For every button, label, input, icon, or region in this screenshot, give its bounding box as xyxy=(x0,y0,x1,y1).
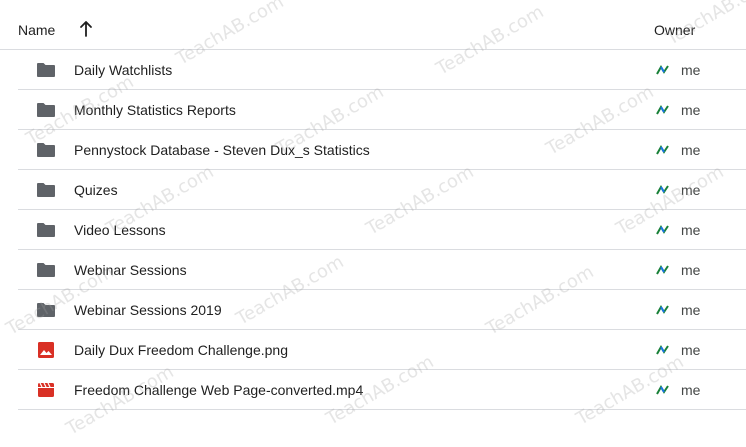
owner-avatar-icon xyxy=(656,145,669,155)
folder-icon xyxy=(37,103,55,117)
file-owner: me xyxy=(681,382,701,398)
name-column-header[interactable]: Name xyxy=(18,22,55,38)
owner-avatar-icon xyxy=(656,105,669,115)
folder-icon xyxy=(37,63,55,77)
file-name: Freedom Challenge Web Page-converted.mp4 xyxy=(74,382,364,398)
file-owner: me xyxy=(681,262,701,278)
arrow-up-icon[interactable] xyxy=(78,20,94,38)
file-owner: me xyxy=(681,222,701,238)
owner-column-header[interactable]: Owner xyxy=(654,22,695,38)
folder-icon xyxy=(37,303,55,317)
file-name: Webinar Sessions xyxy=(74,262,187,278)
file-name: Pennystock Database - Steven Dux_s Stati… xyxy=(74,142,370,158)
owner-avatar-icon xyxy=(656,305,669,315)
file-name: Daily Watchlists xyxy=(74,62,173,78)
file-owner: me xyxy=(681,302,701,318)
file-name: Daily Dux Freedom Challenge.png xyxy=(74,342,288,358)
owner-avatar-icon xyxy=(656,345,669,355)
list-item[interactable]: Monthly Statistics Reports me xyxy=(18,90,746,130)
list-item[interactable]: Pennystock Database - Steven Dux_s Stati… xyxy=(18,130,746,170)
file-owner: me xyxy=(681,182,701,198)
file-name: Quizes xyxy=(74,182,118,198)
owner-avatar-icon xyxy=(656,225,669,235)
list-item[interactable]: Daily Watchlists me xyxy=(18,50,746,90)
list-item[interactable]: Video Lessons me xyxy=(18,210,746,250)
file-list-page: Name Owner Daily Watchlists me Monthly S… xyxy=(0,0,746,447)
list-item[interactable]: Daily Dux Freedom Challenge.png me xyxy=(18,330,746,370)
owner-avatar-icon xyxy=(656,265,669,275)
video-file-icon xyxy=(38,382,54,397)
file-name: Webinar Sessions 2019 xyxy=(74,302,222,318)
folder-icon xyxy=(37,143,55,157)
file-name: Monthly Statistics Reports xyxy=(74,102,236,118)
file-owner: me xyxy=(681,102,701,118)
list-item[interactable]: Webinar Sessions 2019 me xyxy=(18,290,746,330)
owner-avatar-icon xyxy=(656,65,669,75)
owner-avatar-icon xyxy=(656,185,669,195)
file-owner: me xyxy=(681,342,701,358)
file-name: Video Lessons xyxy=(74,222,166,238)
owner-avatar-icon xyxy=(656,385,669,395)
image-file-icon xyxy=(38,342,54,358)
list-item[interactable]: Freedom Challenge Web Page-converted.mp4… xyxy=(18,370,746,410)
folder-icon xyxy=(37,183,55,197)
file-owner: me xyxy=(681,142,701,158)
owner-column-label: Owner xyxy=(654,22,696,38)
list-item[interactable]: Webinar Sessions me xyxy=(18,250,746,290)
list-item[interactable]: Quizes me xyxy=(18,170,746,210)
folder-icon xyxy=(37,223,55,237)
list-header: Name Owner xyxy=(0,0,746,50)
file-list: Daily Watchlists me Monthly Statistics R… xyxy=(18,50,746,410)
file-owner: me xyxy=(681,62,701,78)
name-column-label: Name xyxy=(18,22,56,38)
folder-icon xyxy=(37,263,55,277)
